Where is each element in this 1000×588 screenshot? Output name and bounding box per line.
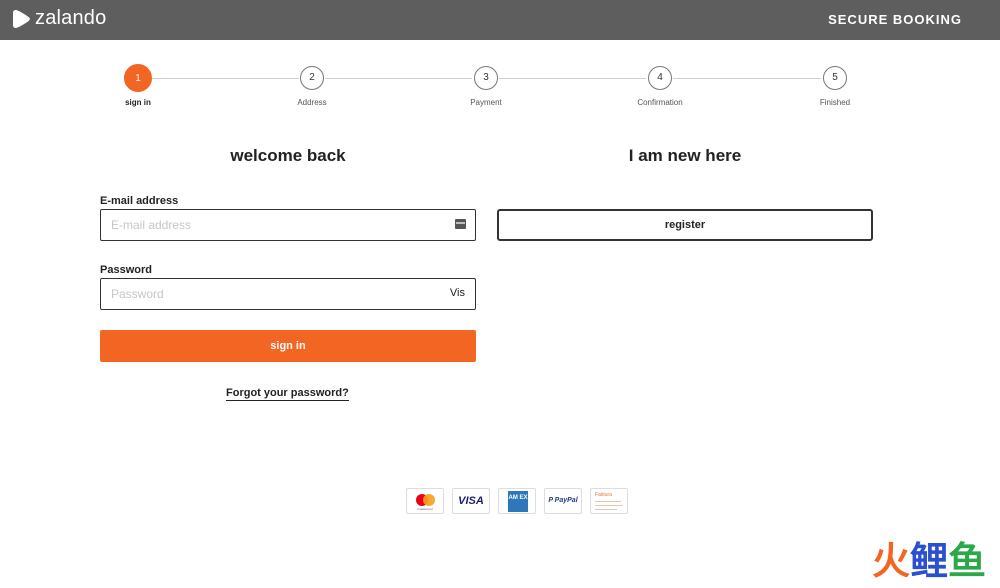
register-title: I am new here [628,146,742,165]
zalando-logo[interactable]: zalando [12,7,106,30]
register-button[interactable]: register [497,209,873,241]
amex-text: AM EX [508,495,528,501]
amex-icon: AM EX [498,488,536,514]
password-label: Password [100,264,152,276]
visa-text: VISA [458,495,484,507]
password-field-wrapper: Vis [100,278,476,310]
paypal-text: P PayPal [548,497,578,504]
step-label: sign in [125,98,151,107]
watermark-logo: 火 鲤 鱼 [872,542,986,582]
secure-booking-label: SECURE BOOKING [828,12,962,27]
step-confirmation: 4 Confirmation [610,64,710,107]
forgot-password-link[interactable]: Forgot your password? [226,387,349,401]
paypal-icon: P PayPal [544,488,582,514]
email-field-wrapper [100,209,476,241]
step-payment: 3 Payment [436,64,536,107]
password-field[interactable] [101,279,451,309]
faktura-line [595,505,623,506]
mastercard-circle-yellow [423,494,435,506]
payment-methods: mastercard VISA AM EX P PayPal Faktura [406,488,628,514]
visa-icon: VISA [452,488,490,514]
faktura-line [595,509,617,510]
step-label: Payment [470,98,502,107]
watermark-char: 火 [871,541,910,583]
logo-text: zalando [35,7,107,29]
step-address: 2 Address [262,64,362,107]
sign-in-button[interactable]: sign in [100,330,476,362]
step-label: Address [297,98,327,107]
mastercard-text: mastercard [417,507,433,511]
watermark-char: 鲤 [909,541,948,583]
step-number: 1 [124,64,152,92]
top-header: zalando SECURE BOOKING [0,0,1000,40]
zalando-logo-icon [13,9,30,28]
autofill-card-icon[interactable] [455,219,466,229]
login-title: welcome back [230,146,346,165]
step-label: Finished [819,98,851,107]
faktura-icon: Faktura [590,488,628,514]
step-finished: 5 Finished [785,64,885,107]
watermark-char: 鱼 [947,541,986,583]
password-visibility-toggle[interactable]: Vis [450,287,465,299]
checkout-stepper: 1 sign in 2 Address 3 Payment 4 Confirma… [0,64,1000,114]
step-number: 5 [823,66,847,90]
faktura-text: Faktura [595,492,612,498]
step-label: Confirmation [637,98,683,107]
email-field[interactable] [101,210,451,240]
email-label: E-mail address [100,195,179,207]
step-number: 4 [648,66,672,90]
faktura-line [595,501,621,502]
step-number: 2 [300,66,324,90]
step-number: 3 [474,66,498,90]
step-sign-in: 1 sign in [88,64,188,107]
mastercard-icon: mastercard [406,488,444,514]
